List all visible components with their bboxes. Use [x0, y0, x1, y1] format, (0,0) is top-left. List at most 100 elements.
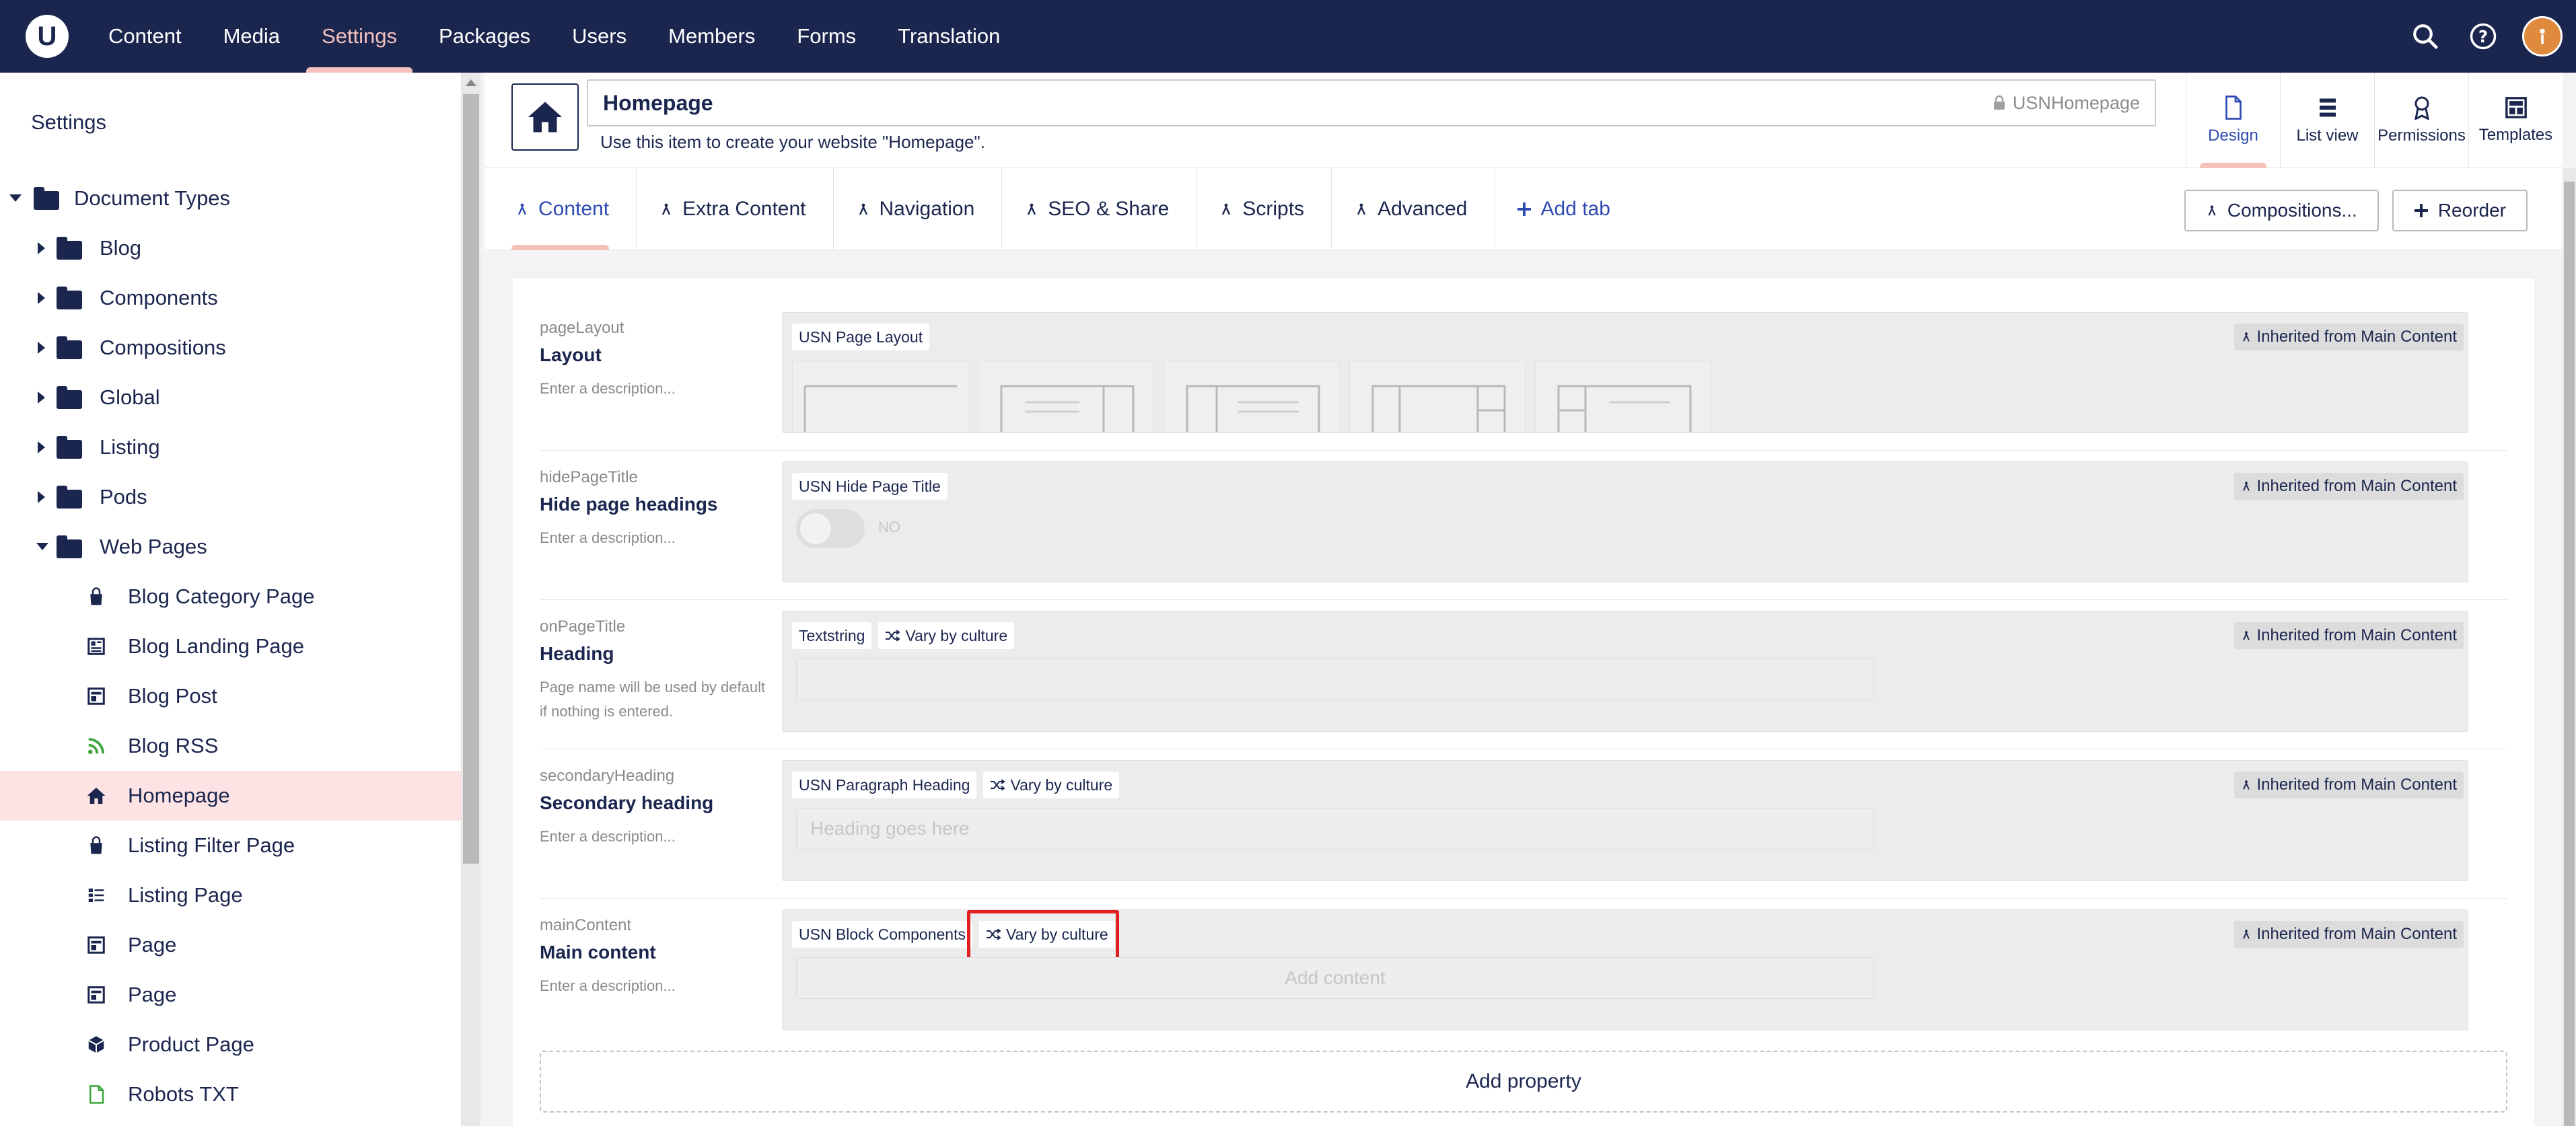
tab-content[interactable]: Content	[511, 168, 637, 250]
property-row-page-layout[interactable]: pageLayout Layout Enter a description...…	[540, 312, 2507, 451]
property-editor-preview[interactable]: USN Paragraph Heading Vary by culture In…	[782, 760, 2468, 881]
tree-item-global[interactable]: Global	[0, 373, 462, 422]
add-property-label: Add property	[1466, 1070, 1581, 1092]
tab-advanced[interactable]: Advanced	[1332, 168, 1495, 250]
drag-icon[interactable]	[1219, 201, 1233, 217]
chevron-right-icon[interactable]	[38, 391, 45, 404]
property-description: Enter a description...	[540, 828, 676, 845]
tree-item-label: Blog Post	[128, 684, 217, 708]
property-chips: Textstring Vary by culture	[792, 622, 1015, 649]
drag-icon[interactable]	[515, 201, 529, 217]
list-view-icon	[2319, 98, 2336, 117]
nav-translation[interactable]: Translation	[877, 0, 1021, 73]
drag-icon[interactable]	[1025, 201, 1038, 217]
heading-preview-input: Heading goes here	[796, 808, 1874, 850]
reorder-button[interactable]: Reorder	[2392, 190, 2528, 231]
property-row-hide-page-title[interactable]: hidePageTitle Hide page headings Enter a…	[540, 461, 2507, 600]
tree-item-document-types[interactable]: Document Types	[0, 174, 462, 223]
alias-field[interactable]: USNHomepage	[1993, 81, 2140, 125]
add-tab-label: Add tab	[1540, 198, 1610, 220]
group-tabs: Content Extra Content Navigation SEO & S…	[511, 168, 1637, 250]
search-icon[interactable]	[2406, 17, 2444, 55]
tree-item-blog-category-page[interactable]: Blog Category Page	[0, 572, 462, 622]
nav-packages[interactable]: Packages	[418, 0, 551, 73]
tree-item-page[interactable]: Page	[0, 920, 462, 970]
tree-item-label: Listing Filter Page	[128, 833, 295, 857]
content-scrollbar-thumb[interactable]	[2564, 182, 2575, 1126]
tab-seo-share[interactable]: SEO & Share	[1002, 168, 1197, 250]
scroll-up-arrow-icon[interactable]	[466, 79, 476, 86]
nav-media[interactable]: Media	[203, 0, 301, 73]
tree-item-compositions[interactable]: Compositions	[0, 323, 462, 373]
umbraco-logo[interactable]: U	[26, 15, 69, 58]
folder-icon	[57, 386, 82, 409]
composition-icon	[2242, 930, 2250, 939]
sidebar-scrollbar-thumb[interactable]	[463, 94, 479, 864]
tree-item-listing[interactable]: Listing	[0, 422, 462, 472]
tree-item-components[interactable]: Components	[0, 273, 462, 323]
document-type-description[interactable]: Use this item to create your website "Ho…	[600, 132, 985, 153]
document-type-name: Homepage	[603, 90, 713, 115]
chevron-right-icon[interactable]	[38, 242, 45, 254]
chevron-down-icon[interactable]	[9, 194, 22, 202]
tab-navigation[interactable]: Navigation	[834, 168, 1003, 250]
tree-item-pods[interactable]: Pods	[0, 472, 462, 522]
compositions-button[interactable]: Compositions...	[2184, 190, 2379, 231]
editor-header: Homepage USNHomepage Use this item to cr…	[485, 73, 2563, 168]
property-chips: USN Hide Page Title	[792, 473, 947, 500]
tree-item-blog-rss[interactable]: Blog RSS	[0, 721, 462, 771]
layout-thumb-full	[792, 360, 968, 433]
chevron-right-icon[interactable]	[38, 441, 45, 453]
app-permissions[interactable]: Permissions	[2374, 73, 2468, 168]
nav-settings[interactable]: Settings	[301, 0, 418, 73]
app-list-view[interactable]: List view	[2280, 73, 2374, 168]
inherited-badge: Inherited from Main Content	[2233, 921, 2464, 948]
tree-item-robots-txt[interactable]: Robots TXT	[0, 1069, 462, 1119]
composition-icon	[2242, 482, 2250, 491]
nav-members[interactable]: Members	[647, 0, 776, 73]
tree-item-product-page[interactable]: Product Page	[0, 1020, 462, 1069]
chevron-right-icon[interactable]	[38, 292, 45, 304]
inherited-text: Inherited from Main Content	[2256, 626, 2457, 644]
nav-content[interactable]: Content	[87, 0, 203, 73]
tab-extra-content[interactable]: Extra Content	[637, 168, 834, 250]
user-avatar[interactable]	[2522, 16, 2563, 57]
document-type-icon-picker[interactable]	[511, 83, 579, 151]
chevron-right-icon[interactable]	[38, 491, 45, 503]
tree-item-listing-page[interactable]: Listing Page	[0, 870, 462, 920]
app-templates[interactable]: Templates	[2468, 73, 2563, 168]
tree-item-blog-landing-page[interactable]: Blog Landing Page	[0, 622, 462, 671]
tab-scripts[interactable]: Scripts	[1196, 168, 1332, 250]
lock-icon[interactable]	[1993, 95, 2006, 111]
vary-label: Vary by culture	[1010, 776, 1113, 794]
help-icon[interactable]: ?	[2464, 17, 2502, 55]
add-property-button[interactable]: Add property	[540, 1051, 2507, 1113]
tree-item-blog-post[interactable]: Blog Post	[0, 671, 462, 721]
property-row-main-content[interactable]: mainContent Main content Enter a descrip…	[540, 909, 2507, 1039]
tree-item-page[interactable]: Page	[0, 970, 462, 1020]
chevron-down-icon[interactable]	[36, 543, 48, 550]
tree-item-web-pages[interactable]: Web Pages	[0, 522, 462, 572]
property-row-on-page-title[interactable]: onPageTitle Heading Page name will be us…	[540, 611, 2507, 749]
chevron-right-icon[interactable]	[38, 342, 45, 354]
property-row-secondary-heading[interactable]: secondaryHeading Secondary heading Enter…	[540, 760, 2507, 899]
add-tab-button[interactable]: Add tab	[1495, 168, 1637, 250]
app-design[interactable]: Design	[2186, 73, 2280, 168]
drag-icon[interactable]	[659, 201, 673, 217]
nav-users[interactable]: Users	[551, 0, 647, 73]
tree-item-blog[interactable]: Blog	[0, 223, 462, 273]
tree-item-homepage[interactable]: Homepage	[0, 771, 462, 821]
nav-forms[interactable]: Forms	[776, 0, 877, 73]
tree-item-listing-filter-page[interactable]: Listing Filter Page	[0, 821, 462, 870]
property-editor-preview[interactable]: USN Block Components Vary by culture Inh…	[782, 909, 2468, 1030]
folder-icon	[57, 336, 82, 359]
property-editor-preview[interactable]: Textstring Vary by culture Inherited fro…	[782, 611, 2468, 732]
property-editor-preview[interactable]: USN Page Layout Inherited from Main Cont…	[782, 312, 2468, 433]
tree-item-label: Compositions	[100, 336, 226, 359]
tree-item-label: Page	[128, 933, 177, 956]
drag-icon[interactable]	[1355, 201, 1368, 217]
drag-icon[interactable]	[857, 201, 870, 217]
document-type-name-input[interactable]: Homepage USNHomepage	[587, 79, 2156, 126]
inherited-badge: Inherited from Main Content	[2233, 473, 2464, 500]
property-editor-preview[interactable]: USN Hide Page Title Inherited from Main …	[782, 461, 2468, 583]
